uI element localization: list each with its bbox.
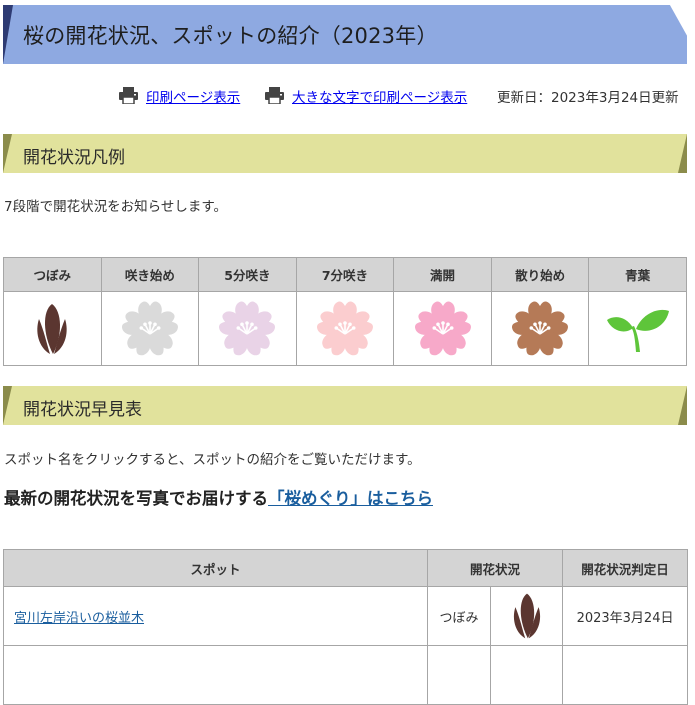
sakura-icon bbox=[512, 301, 569, 355]
legend-icon-cell bbox=[490, 291, 590, 366]
legend-header-cell: 満開 bbox=[393, 257, 492, 292]
status-text-cell: つぼみ bbox=[427, 586, 491, 646]
legend-icon-cell bbox=[100, 291, 200, 366]
quick-reference-section-header: 開花状況早見表 bbox=[3, 386, 687, 425]
spots-header-date: 開花状況判定日 bbox=[562, 549, 689, 587]
bud-icon bbox=[37, 303, 67, 354]
sakura-meguri-promo: 最新の開花状況を写真でお届けする「桜めぐり」はこちら bbox=[4, 485, 433, 509]
sakura-icon bbox=[414, 301, 471, 355]
quick-reference-description: スポット名をクリックすると、スポットの紹介をご覧いただけます。 bbox=[4, 452, 421, 468]
updated-date: 更新日：2023年3月24日更新 bbox=[497, 90, 679, 106]
printer-icon[interactable] bbox=[119, 87, 138, 104]
promo-text: 最新の開花状況を写真でお届けする bbox=[4, 489, 268, 508]
legend-section-heading: 開花状況凡例 bbox=[23, 148, 125, 168]
spots-header-status: 開花状況 bbox=[426, 549, 564, 587]
print-page-link[interactable]: 印刷ページ表示 bbox=[146, 86, 240, 106]
spot-name-cell: 宮川左岸沿いの桜並木 bbox=[3, 586, 428, 646]
status-icon-cell bbox=[489, 586, 564, 646]
large-print-page-link[interactable]: 大きな文字で印刷ページ表示 bbox=[292, 86, 467, 106]
sakura-icon bbox=[316, 301, 373, 355]
legend-icon-cell bbox=[588, 291, 687, 366]
spots-status-table: スポット 開花状況 開花状況判定日 宮川左岸沿いの桜並木 つぼみ 2023年3月… bbox=[3, 549, 689, 705]
leaf-icon bbox=[606, 309, 669, 352]
sakura-meguri-link[interactable]: 「桜めぐり」はこちら bbox=[268, 489, 433, 508]
legend-section-header: 開花状況凡例 bbox=[3, 134, 687, 173]
status-date-cell: 2023年3月24日 bbox=[562, 586, 689, 646]
page-title-bar: 桜の開花状況、スポットの紹介（2023年） bbox=[3, 5, 687, 64]
page-title: 桜の開花状況、スポットの紹介（2023年） bbox=[23, 24, 438, 48]
legend-header-cell: 5分咲き bbox=[198, 257, 297, 292]
bloom-legend-table: つぼみ 咲き始め 5分咲き 7分咲き 満開 散り始め 青葉 bbox=[3, 257, 687, 366]
table-row bbox=[3, 645, 689, 705]
spot-name-cell bbox=[3, 645, 428, 705]
sakura-icon bbox=[219, 301, 276, 355]
title-accent bbox=[3, 5, 13, 64]
bud-icon bbox=[513, 593, 540, 639]
table-row: 宮川左岸沿いの桜並木 つぼみ 2023年3月24日 bbox=[3, 586, 689, 646]
legend-icon-cell bbox=[393, 291, 492, 366]
status-text-cell bbox=[427, 645, 491, 705]
legend-description: 7段階で開花状況をお知らせします。 bbox=[4, 199, 227, 215]
legend-header-cell: 咲き始め bbox=[100, 257, 200, 292]
legend-icon-cell bbox=[295, 291, 395, 366]
legend-header-cell: 青葉 bbox=[588, 257, 687, 292]
quick-reference-heading: 開花状況早見表 bbox=[23, 400, 142, 420]
legend-header-cell: 7分咲き bbox=[295, 257, 395, 292]
spots-header-spot: スポット bbox=[3, 549, 428, 587]
legend-icon-cell bbox=[198, 291, 297, 366]
legend-header-cell: つぼみ bbox=[3, 257, 102, 292]
printer-icon[interactable] bbox=[265, 87, 284, 104]
status-date-cell bbox=[562, 645, 689, 705]
spot-link[interactable]: 宮川左岸沿いの桜並木 bbox=[14, 611, 144, 626]
legend-header-cell: 散り始め bbox=[490, 257, 590, 292]
legend-icon-cell bbox=[3, 291, 102, 366]
status-icon-cell bbox=[489, 645, 564, 705]
sakura-icon bbox=[121, 301, 178, 355]
